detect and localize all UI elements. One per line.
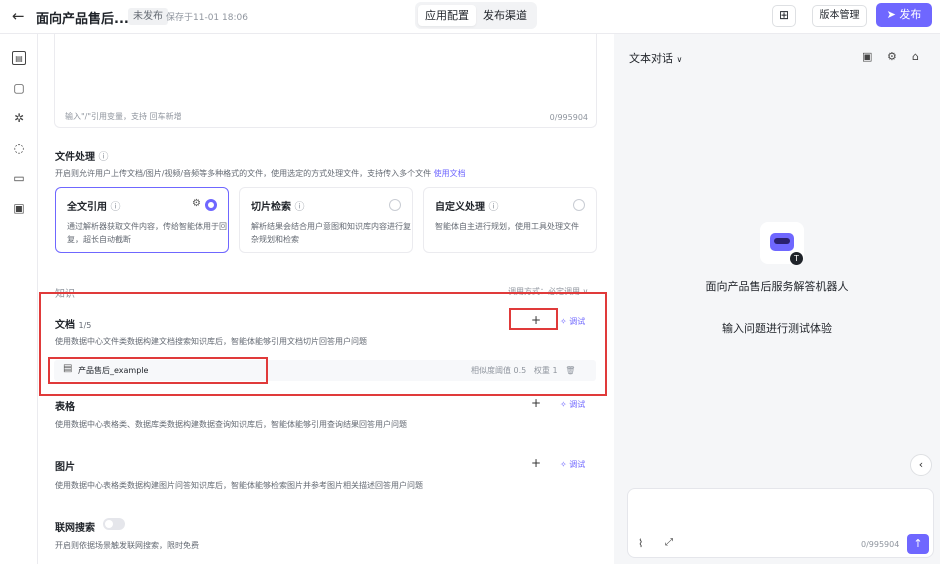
info-icon: ⓘ <box>110 202 121 213</box>
version-management-button[interactable]: 版本管理 <box>812 5 867 27</box>
bot-name: 面向产品售后服务解答机器人 <box>705 280 849 293</box>
add-table-button[interactable]: + <box>531 396 541 410</box>
clear-icon[interactable]: ⌂ <box>912 50 919 63</box>
tab-publish-channel[interactable]: 发布渠道 <box>476 5 534 26</box>
app-title: 面向产品售后... <box>36 12 129 27</box>
radio-unselected[interactable] <box>389 199 401 211</box>
option-card-full-text[interactable]: 全文引用 ⓘ ⚙ 通过解析器获取文件内容，传给智能体用于回复，超长自动截断 <box>55 187 229 253</box>
doc-meta: 相似度阈值 0.5 权重 1 🗑 <box>471 366 576 375</box>
card-desc: 通过解析器获取文件内容，传给智能体用于回复，超长自动截断 <box>67 222 227 244</box>
tables-title: 表格 <box>55 402 75 413</box>
docs-title: 文档 1/5 <box>55 320 92 331</box>
tab-app-config[interactable]: 应用配置 <box>418 5 476 26</box>
chat-input[interactable]: ⌇ ⤢ 0/995904 ↑ <box>627 488 934 558</box>
sparkle-icon: ✧ <box>560 317 570 326</box>
images-title: 图片 <box>55 462 75 473</box>
tables-desc: 使用数据中心表格类、数据库类数据构建数据查询知识库后，智能体能够引用查询结果回答… <box>55 420 407 429</box>
robot-icon <box>770 233 794 251</box>
chat-char-count: 0/995904 <box>861 540 900 549</box>
test-hint: 输入问题进行测试体验 <box>722 322 832 335</box>
send-icon: ➤ <box>886 8 900 21</box>
prompt-hint: 输入"/"引用变量，支持 回车新增 <box>65 112 182 121</box>
expand-icon[interactable]: ⤢ <box>665 537 673 548</box>
file-processing-title: 文件处理 ⓘ <box>55 152 109 163</box>
highlight-box-doc-item <box>48 357 268 384</box>
config-tabs: 应用配置 发布渠道 <box>415 2 537 29</box>
web-search-desc: 开启则依据场景触发联网搜索，限时免费 <box>55 541 199 550</box>
briefcase-icon[interactable]: ▣ <box>12 201 26 215</box>
config-icon[interactable]: ▤ <box>12 51 26 65</box>
file-processing-desc: 开启则允许用户上传文档/图片/视频/音频等多种格式的文件，使用选定的方式处理文件… <box>55 169 466 178</box>
config-panel: 输入"/"引用变量，支持 回车新增 0/995904 文件处理 ⓘ 开启则允许用… <box>38 34 614 564</box>
debug-images-button[interactable]: ✧ 调试 <box>560 459 585 470</box>
web-search-toggle[interactable] <box>103 518 125 530</box>
sparkle-icon: ✧ <box>560 460 570 469</box>
web-search-title: 联网搜索 <box>55 523 95 534</box>
docs-count: 1/5 <box>78 321 92 330</box>
bulb-icon[interactable]: ◌ <box>12 141 26 155</box>
send-button[interactable]: ↑ <box>907 534 929 554</box>
delete-icon[interactable]: 🗑 <box>565 366 575 375</box>
sparkle-icon[interactable]: ✲ <box>12 111 26 125</box>
collapse-panel-icon[interactable]: ‹ <box>910 454 932 476</box>
card-title: 全文引用 ⓘ <box>67 202 121 213</box>
docs-desc: 使用数据中心文件类数据构建文档搜索知识库后，智能体能够引用文档切片回答用户问题 <box>55 337 367 346</box>
settings-icon[interactable]: ⚙ <box>192 198 201 209</box>
radio-unselected[interactable] <box>573 199 585 211</box>
document-icon[interactable]: ▢ <box>12 81 26 95</box>
left-nav: ▤ ▢ ✲ ◌ ▭ ▣ <box>0 34 38 564</box>
info-icon: ⓘ <box>488 202 499 213</box>
info-icon: ⓘ <box>98 152 109 163</box>
debug-tables-button[interactable]: ✧ 调试 <box>560 399 585 410</box>
option-card-slice-search[interactable]: 切片检索 ⓘ 解析结果会结合用户意图和知识库内容进行复杂规划和检索 <box>239 187 413 253</box>
add-image-button[interactable]: + <box>531 456 541 470</box>
images-desc: 使用数据中心表格类数据构建图片问答知识库后，智能体能够检索图片并参考图片相关描述… <box>55 481 423 490</box>
debug-docs-button[interactable]: ✧ 调试 <box>560 316 585 327</box>
preview-panel: 文本对话 ∨ ▣ ⚙ ⌂ T 面向产品售后服务解答机器人 输入问题进行测试体验 … <box>614 34 940 564</box>
bot-avatar: T <box>760 222 804 265</box>
top-bar: ← 面向产品售后... 未发布 保存于11-01 18:06 应用配置 发布渠道… <box>0 0 940 34</box>
prompt-char-count: 0/995904 <box>549 113 588 122</box>
prompt-editor[interactable]: 输入"/"引用变量，支持 回车新增 0/995904 <box>54 34 597 128</box>
back-arrow-icon[interactable]: ← <box>12 7 25 25</box>
option-card-custom[interactable]: 自定义处理 ⓘ 智能体自主进行规划，使用工具处理文件 <box>423 187 597 253</box>
chat-icon[interactable]: ▭ <box>12 171 26 185</box>
use-docs-link[interactable]: 使用文档 <box>434 169 466 178</box>
status-badge: 未发布 <box>128 8 168 25</box>
arrow-up-icon: ↑ <box>913 537 923 550</box>
info-icon: ⓘ <box>294 202 305 213</box>
sparkle-icon: ✧ <box>560 400 570 409</box>
briefcase-icon[interactable]: ▣ <box>862 50 872 63</box>
settings-icon[interactable]: ⚙ <box>887 50 897 63</box>
text-badge-icon: T <box>790 252 803 265</box>
chevron-down-icon: ∨ <box>676 55 683 64</box>
card-title: 自定义处理 ⓘ <box>435 202 499 213</box>
chat-mode-select[interactable]: 文本对话 ∨ <box>629 50 682 66</box>
publish-button[interactable]: ➤ 发布 <box>876 3 932 27</box>
apps-grid-icon[interactable]: ⊞ <box>772 5 796 27</box>
card-desc: 智能体自主进行规划，使用工具处理文件 <box>435 222 579 231</box>
card-title: 切片检索 ⓘ <box>251 202 305 213</box>
card-desc: 解析结果会结合用户意图和知识库内容进行复杂规划和检索 <box>251 222 411 244</box>
saved-timestamp: 保存于11-01 18:06 <box>166 13 248 23</box>
highlight-box-add <box>509 308 558 330</box>
publish-label: 发布 <box>899 8 922 21</box>
radio-selected[interactable] <box>205 199 217 211</box>
attachment-icon[interactable]: ⌇ <box>638 537 643 550</box>
